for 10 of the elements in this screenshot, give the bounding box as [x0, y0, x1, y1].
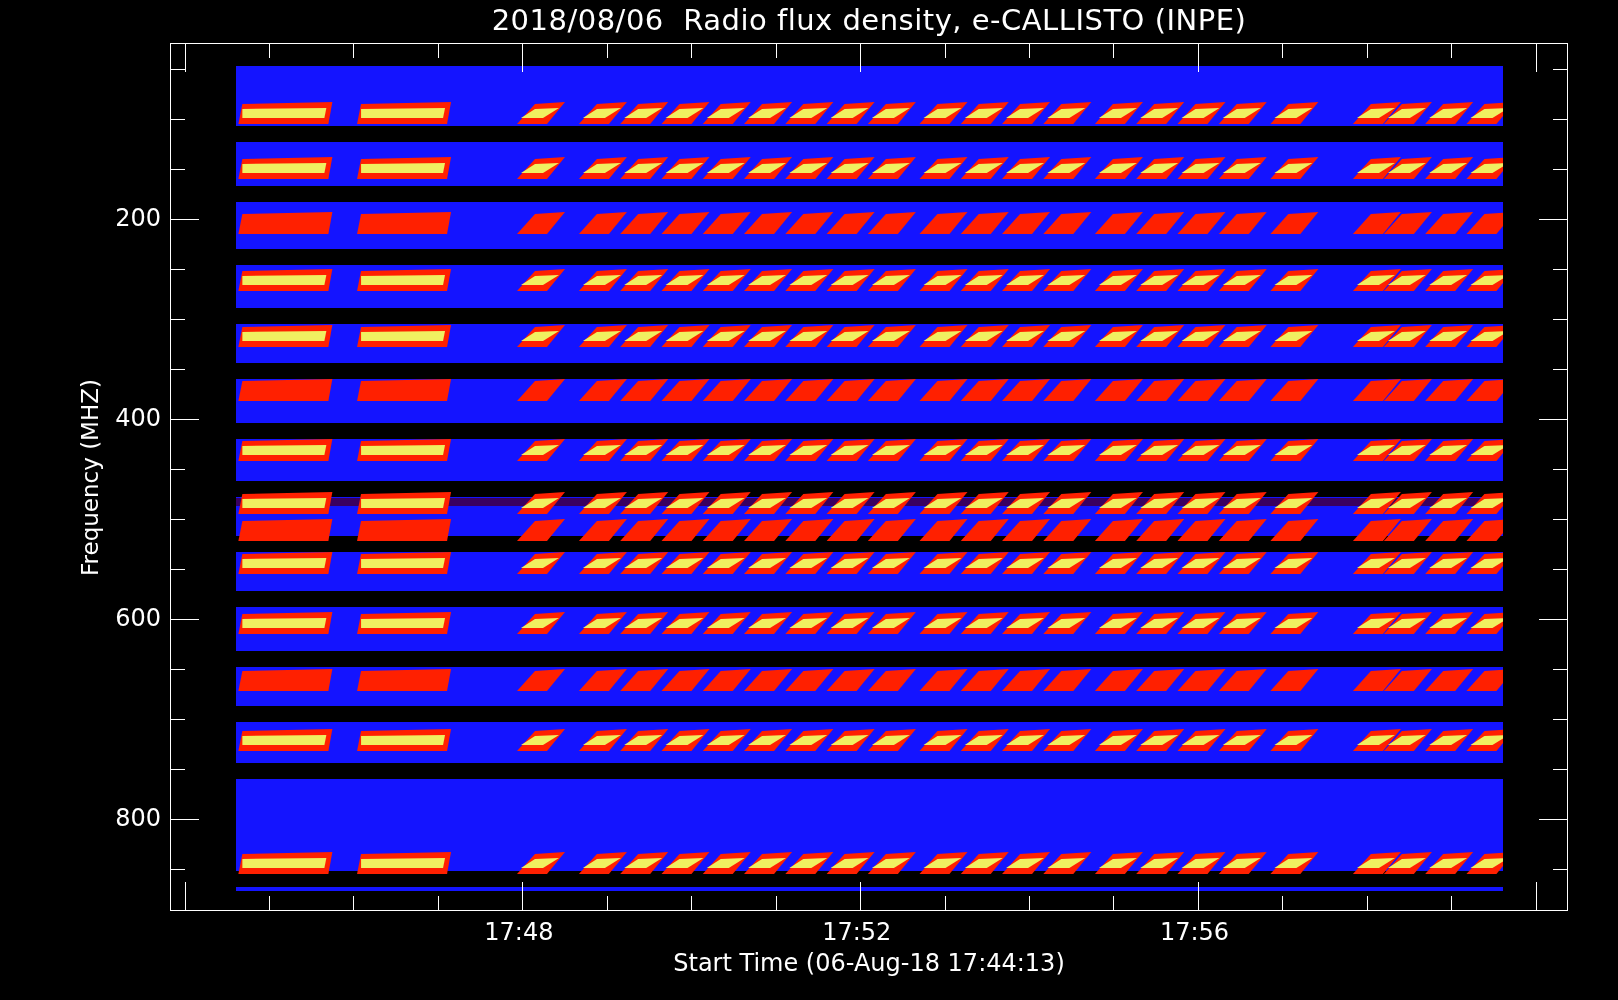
x-tick-label: 17:56 — [1159, 918, 1230, 946]
x-axis-label: Start Time (06-Aug-18 17:44:13) — [673, 949, 1065, 977]
x-tick-label: 17:48 — [484, 918, 554, 946]
y-tick-label: 800 — [115, 804, 161, 832]
y-tick-label: 600 — [115, 604, 161, 632]
chart-title: 2018/08/06 Radio flux density, e-CALLISTO (INPE) — [490, 2, 1248, 39]
x-tick-label: 17:52 — [822, 918, 892, 946]
y-tick-label: 200 — [115, 204, 161, 232]
y-tick-label: 400 — [115, 404, 161, 432]
y-axis-label: Frequency (MHZ) — [77, 378, 103, 576]
